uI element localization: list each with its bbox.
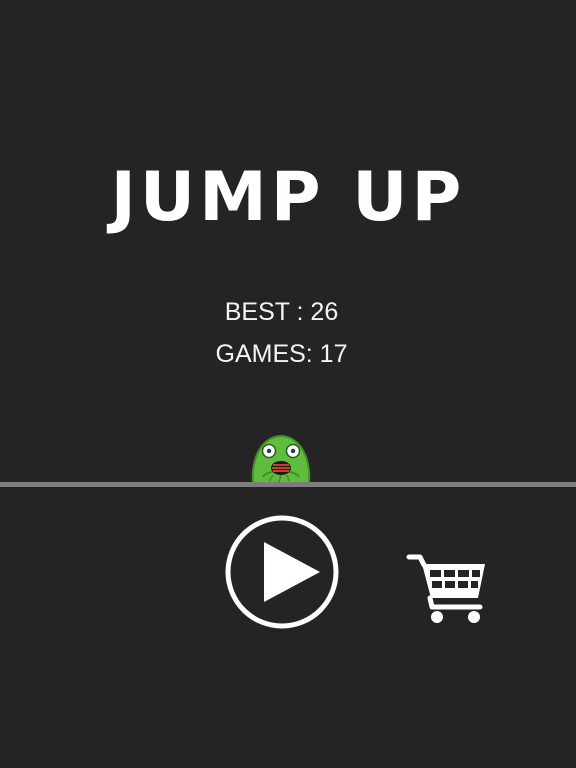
- ground-line: [0, 482, 576, 487]
- game-title: JUMP UP: [110, 158, 466, 237]
- play-button[interactable]: [224, 514, 340, 630]
- shopping-cart-icon: [406, 554, 485, 623]
- play-icon: [225, 515, 339, 629]
- game-start-screen: JUMP UP BEST : 26 GAMES: 17: [0, 0, 576, 768]
- shop-button[interactable]: [406, 551, 488, 625]
- best-score: BEST : 26: [224, 298, 339, 326]
- games-played: GAMES: 17: [215, 340, 348, 368]
- frog-character: [249, 433, 313, 485]
